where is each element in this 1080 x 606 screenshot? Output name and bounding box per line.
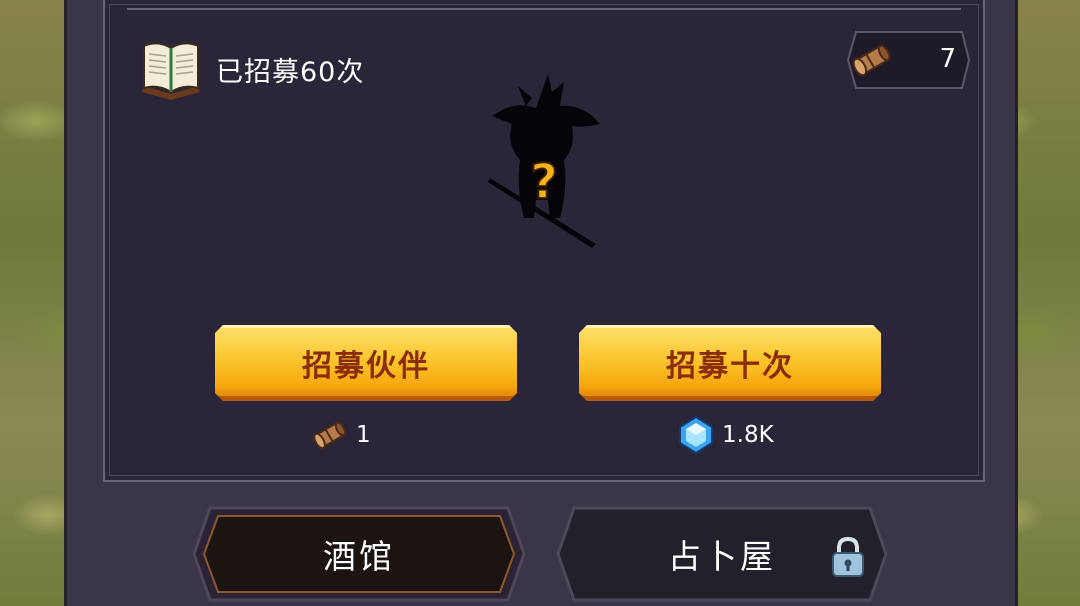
recruit-count-text: 已招募60次 — [216, 56, 365, 88]
tab-tavern[interactable]: 酒馆 — [192, 506, 526, 602]
tab-fortune-house[interactable]: 占卜屋 — [556, 506, 888, 602]
frame-top-border — [127, 0, 961, 10]
recruit-ten-cost: 1.8K — [676, 414, 774, 456]
recruit-ten-button[interactable]: 招募十次 — [579, 325, 881, 401]
recruit-one-cost-value: 1 — [356, 422, 371, 448]
question-mark-icon: ? — [530, 154, 558, 210]
mystery-hero-silhouette: ? — [488, 74, 600, 248]
recruit-one-label: 招募伙伴 — [302, 349, 430, 384]
recruit-ticket-icon — [852, 44, 891, 77]
lock-icon — [832, 536, 864, 577]
recruit-one-cost: 1 — [310, 414, 371, 456]
ticket-counter: 7 — [842, 30, 970, 90]
tab-fortune-label: 占卜屋 — [668, 537, 776, 576]
recruit-one-button[interactable]: 招募伙伴 — [215, 325, 517, 401]
recruit-ten-label: 招募十次 — [666, 349, 794, 384]
recruit-ten-cost-value: 1.8K — [722, 422, 774, 448]
recruit-ticket-icon — [313, 421, 347, 450]
ticket-count: 7 — [939, 44, 956, 74]
recruit-count-row: 已招募60次 — [138, 38, 364, 100]
book-icon[interactable] — [138, 38, 204, 100]
diamond-gem-icon — [679, 415, 713, 455]
tab-tavern-label: 酒馆 — [323, 537, 395, 576]
